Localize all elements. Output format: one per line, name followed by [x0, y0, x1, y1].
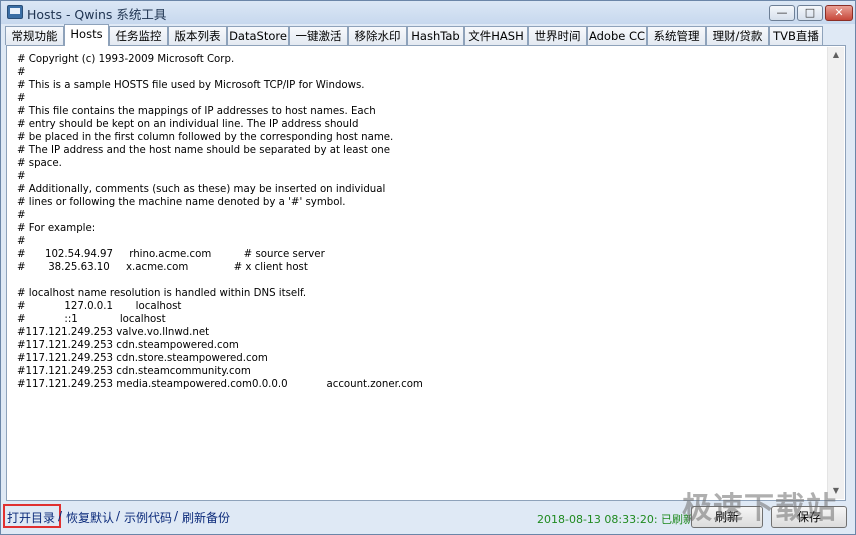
scroll-up-icon[interactable]: ▲ [828, 47, 844, 63]
tab-adobe-cc[interactable]: Adobe CC [587, 26, 647, 45]
tab-datastore[interactable]: DataStore [227, 26, 289, 45]
hosts-line: # space. [17, 158, 62, 169]
hosts-line: # Additionally, comments (such as these)… [17, 184, 386, 195]
tab-system-manage[interactable]: 系统管理 [647, 26, 706, 45]
hosts-line: #117.121.249.253 cdn.steampowered.com [17, 340, 239, 351]
hosts-line: #117.121.249.253 cdn.store.steampowered.… [17, 353, 268, 364]
tab-tvb-live[interactable]: TVB直播 [769, 26, 823, 45]
hosts-line: # The IP address and the host name shoul… [17, 145, 391, 156]
hosts-line: # This file contains the mappings of IP … [17, 106, 376, 117]
hosts-line: # localhost name resolution is handled w… [17, 288, 307, 299]
refresh-backup-link[interactable]: 刷新备份 [182, 509, 230, 526]
restore-default-link[interactable]: 恢复默认 [66, 509, 114, 526]
hosts-line: # [17, 210, 26, 221]
maximize-button[interactable]: □ [797, 5, 823, 21]
hosts-line: # lines or following the machine name de… [17, 197, 346, 208]
hosts-line: # This is a sample HOSTS file used by Mi… [17, 80, 365, 91]
tab-strip: 常规功能 Hosts 任务监控 版本列表 DataStore 一键激活 移除水印… [5, 24, 855, 46]
sample-code-link[interactable]: 示例代码 [124, 509, 172, 526]
separator: / [174, 509, 179, 523]
title-bar: Hosts - Qwins 系统工具 — □ ✕ [1, 1, 855, 24]
tab-panel-hosts: # Copyright (c) 1993-2009 Microsoft Corp… [6, 45, 846, 501]
hosts-line: # For example: [17, 223, 96, 234]
hosts-line: # Copyright (c) 1993-2009 Microsoft Corp… [17, 54, 235, 65]
tab-file-hash[interactable]: 文件HASH [464, 26, 528, 45]
hosts-line: # [17, 93, 26, 104]
hosts-line: # [17, 67, 26, 78]
hosts-line: # 127.0.0.1 localhost [17, 301, 182, 312]
hosts-editor[interactable]: # Copyright (c) 1993-2009 Microsoft Corp… [8, 47, 829, 499]
minimize-button[interactable]: — [769, 5, 795, 21]
tab-general[interactable]: 常规功能 [5, 26, 64, 45]
hosts-line: # 102.54.94.97 rhino.acme.com # source s… [17, 249, 325, 260]
tab-hashtab[interactable]: HashTab [407, 26, 464, 45]
hosts-line: #117.121.249.253 media.steampowered.com0… [17, 379, 423, 390]
close-button[interactable]: ✕ [825, 5, 853, 21]
hosts-line: # [17, 236, 26, 247]
tab-remove-watermark[interactable]: 移除水印 [348, 26, 407, 45]
tab-finance-loan[interactable]: 理财/贷款 [706, 26, 769, 45]
hosts-line: # [17, 171, 26, 182]
tab-hosts[interactable]: Hosts [64, 24, 109, 46]
vertical-scrollbar[interactable]: ▲ ▼ [827, 47, 844, 499]
hosts-line: # be placed in the first column followed… [17, 132, 394, 143]
tab-task-monitor[interactable]: 任务监控 [109, 26, 168, 45]
hosts-line: #117.121.249.253 cdn.steamcommunity.com [17, 366, 251, 377]
hosts-line: # entry should be kept on an individual … [17, 119, 359, 130]
separator: / [58, 509, 63, 523]
hosts-line: # ::1 localhost [17, 314, 166, 325]
separator: / [116, 509, 121, 523]
app-icon [7, 5, 23, 19]
window-title: Hosts - Qwins 系统工具 [27, 7, 167, 22]
watermark-logo: 极速下载站 [682, 491, 837, 526]
tab-version-list[interactable]: 版本列表 [168, 26, 227, 45]
hosts-line: #117.121.249.253 valve.vo.llnwd.net [17, 327, 210, 338]
tab-world-time[interactable]: 世界时间 [528, 26, 587, 45]
hosts-line: # 38.25.63.10 x.acme.com # x client host [17, 262, 308, 273]
tab-activate[interactable]: 一键激活 [289, 26, 348, 45]
status-text: 2018-08-13 08:33:20: 已刷新 [537, 513, 695, 526]
app-window: Hosts - Qwins 系统工具 — □ ✕ 常规功能 Hosts 任务监控… [0, 0, 856, 535]
open-directory-link[interactable]: 打开目录 [7, 509, 55, 526]
